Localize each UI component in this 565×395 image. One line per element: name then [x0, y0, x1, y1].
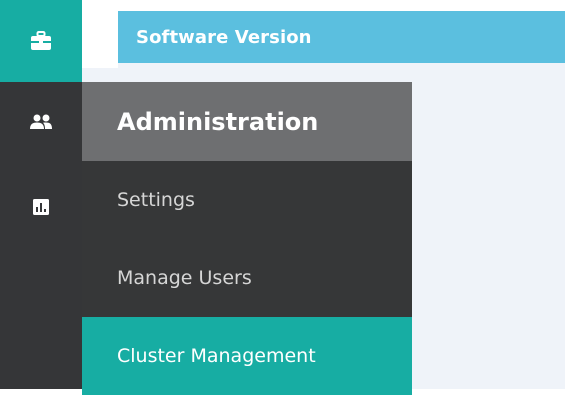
menu-item-label: Settings: [117, 189, 195, 211]
administration-menu: Administration Settings Manage Users Clu…: [82, 82, 412, 395]
menu-header: Administration: [82, 82, 412, 161]
software-version-banner[interactable]: Software Version: [118, 11, 565, 63]
users-icon: [29, 114, 53, 130]
bar-chart-icon: [33, 199, 49, 215]
rail-item-reports[interactable]: [0, 187, 82, 227]
menu-item-label: Manage Users: [117, 267, 252, 289]
menu-item-manage-users[interactable]: Manage Users: [82, 239, 412, 317]
rail-item-users[interactable]: [0, 102, 82, 142]
briefcase-icon: [30, 31, 52, 51]
banner-title: Software Version: [136, 26, 312, 48]
menu-item-cluster-management[interactable]: Cluster Management: [82, 317, 412, 395]
menu-item-label: Cluster Management: [117, 345, 316, 367]
icon-sidebar: [0, 0, 82, 389]
menu-item-settings[interactable]: Settings: [82, 161, 412, 239]
rail-item-briefcase[interactable]: [0, 0, 82, 82]
menu-header-title: Administration: [117, 107, 319, 136]
